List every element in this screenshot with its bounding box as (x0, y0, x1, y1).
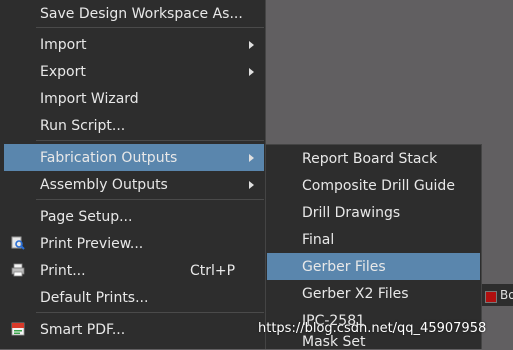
submenu-item-label: Composite Drill Guide (302, 177, 455, 194)
smart-pdf-icon (11, 322, 25, 336)
menu-item-label: Run Script... (40, 117, 126, 134)
submenu-item-label: Mask Set (302, 334, 366, 350)
menu-item-save-design-workspace-as[interactable]: Save Design Workspace As... (4, 0, 264, 27)
submenu-item-composite-drill-guide[interactable]: Composite Drill Guide (267, 172, 480, 199)
menu-item-label: Smart PDF... (40, 321, 126, 338)
menu-item-shortcut: Ctrl+P (190, 262, 236, 279)
submenu-item-gerber-files[interactable]: Gerber Files (267, 253, 480, 280)
menu-item-label: Save Design Workspace As... (40, 5, 243, 22)
menu-item-label: Fabrication Outputs (40, 149, 178, 166)
menu-separator (36, 140, 264, 141)
panel-label: Bo (500, 288, 513, 302)
menu-item-page-setup[interactable]: Page Setup... (4, 203, 264, 230)
menu-item-label: Default Prints... (40, 289, 149, 306)
menu-item-label: Import (40, 36, 87, 53)
submenu-arrow-icon (249, 41, 254, 49)
submenu-item-mask-set[interactable]: Mask Set (267, 334, 480, 350)
submenu-item-label: Gerber Files (302, 258, 386, 275)
submenu-item-final[interactable]: Final (267, 226, 480, 253)
submenu-item-gerber-x2-files[interactable]: Gerber X2 Files (267, 280, 480, 307)
menu-item-import[interactable]: Import (4, 31, 264, 58)
submenu-arrow-icon (249, 181, 254, 189)
menu-item-print[interactable]: Print... Ctrl+P (4, 257, 264, 284)
menu-item-label: Assembly Outputs (40, 176, 168, 193)
menu-item-label: Print... (40, 262, 86, 279)
menu-item-import-wizard[interactable]: Import Wizard (4, 85, 264, 112)
menu-item-print-preview[interactable]: Print Preview... (4, 230, 264, 257)
fabrication-outputs-submenu: Report Board Stack Composite Drill Guide… (265, 144, 482, 350)
submenu-item-report-board-stack[interactable]: Report Board Stack (267, 145, 480, 172)
menu-item-fabrication-outputs[interactable]: Fabrication Outputs (4, 144, 264, 171)
submenu-arrow-icon (249, 154, 254, 162)
file-menu: Save Design Workspace As... Import Expor… (0, 0, 266, 349)
menu-item-run-script[interactable]: Run Script... (4, 112, 264, 139)
submenu-item-label: Final (302, 231, 335, 248)
menu-item-label: Import Wizard (40, 90, 139, 107)
menu-item-label: Export (40, 63, 86, 80)
print-preview-icon (11, 236, 25, 250)
menu-item-default-prints[interactable]: Default Prints... (4, 284, 264, 311)
menu-item-label: Page Setup... (40, 208, 133, 225)
submenu-item-label: Report Board Stack (302, 150, 438, 167)
menu-item-smart-pdf[interactable]: Smart PDF... (4, 316, 264, 343)
submenu-arrow-icon (249, 68, 254, 76)
printer-icon (11, 263, 25, 277)
watermark: https://blog.csdn.net/qq_45907958 (258, 321, 487, 336)
submenu-item-label: Drill Drawings (302, 204, 401, 221)
submenu-item-drill-drawings[interactable]: Drill Drawings (267, 199, 480, 226)
menu-item-label: Print Preview... (40, 235, 144, 252)
color-swatch[interactable] (485, 291, 497, 303)
menu-separator (36, 199, 264, 200)
menu-item-assembly-outputs[interactable]: Assembly Outputs (4, 171, 264, 198)
menu-item-export[interactable]: Export (4, 58, 264, 85)
menu-separator (36, 27, 264, 28)
submenu-item-label: Gerber X2 Files (302, 285, 409, 302)
menu-separator (36, 312, 264, 313)
